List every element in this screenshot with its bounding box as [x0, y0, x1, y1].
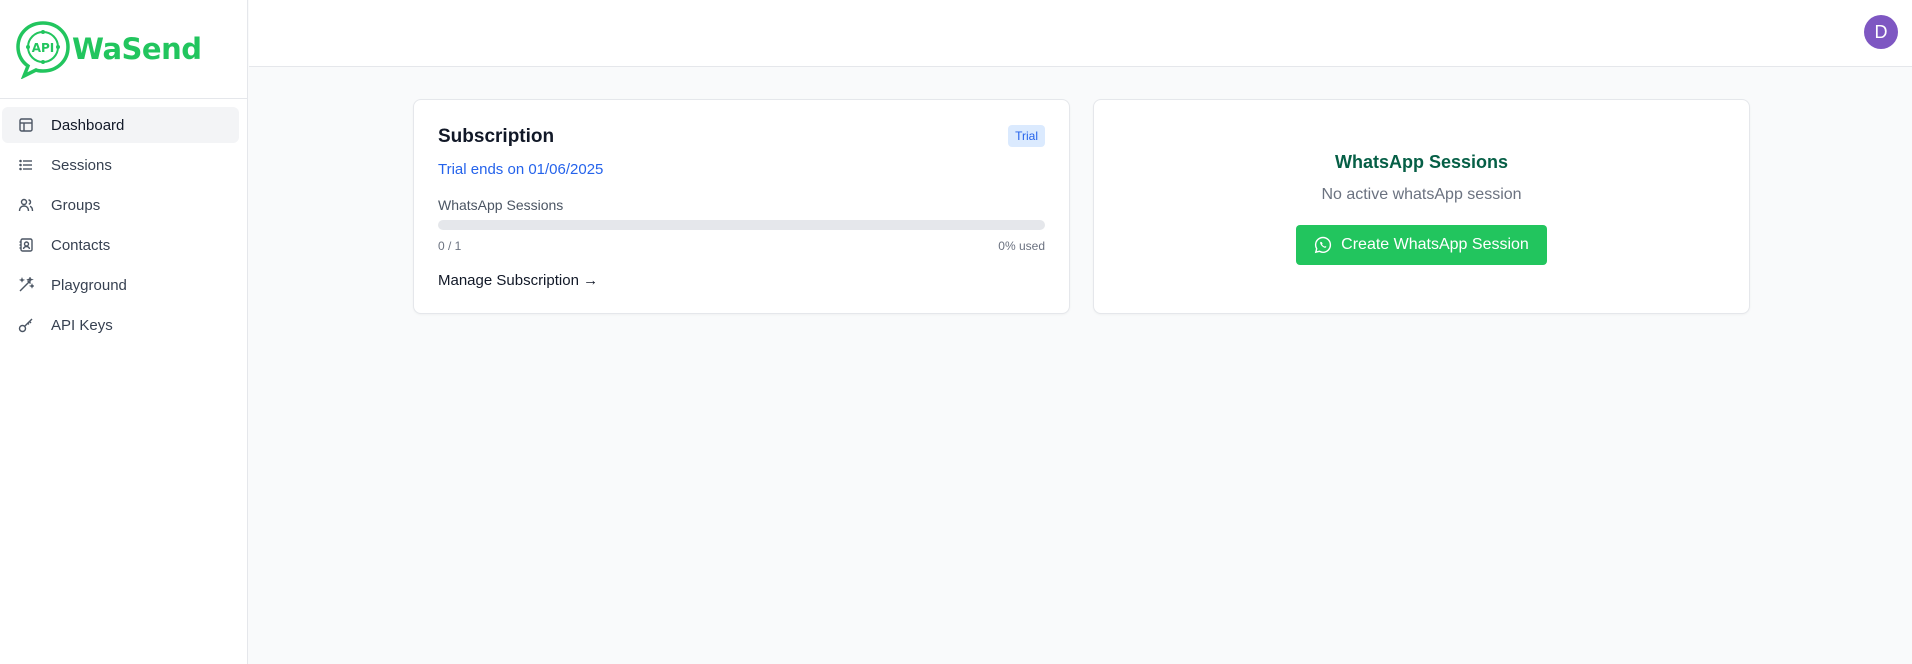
sidebar-item-sessions[interactable]: Sessions [2, 147, 239, 183]
empty-state-text: No active whatsApp session [1321, 186, 1522, 203]
manage-subscription-link[interactable]: Manage Subscription → [438, 272, 598, 289]
create-session-label: Create WhatsApp Session [1341, 236, 1529, 253]
sidebar-item-label: Groups [51, 196, 101, 214]
subscription-title: Subscription [438, 126, 555, 147]
list-icon [17, 156, 35, 174]
key-icon [17, 316, 35, 334]
usage-percent: 0% used [998, 239, 1045, 253]
sidebar-item-groups[interactable]: Groups [2, 187, 239, 223]
sidebar-nav: Dashboard Sessions Groups Contacts Playg… [0, 99, 247, 343]
trial-end-date: Trial ends on 01/06/2025 [438, 161, 604, 178]
sidebar-item-label: API Keys [51, 316, 113, 334]
users-icon [17, 196, 35, 214]
sidebar-item-label: Sessions [51, 156, 112, 174]
user-avatar[interactable]: D [1864, 15, 1898, 49]
sidebar-item-api-keys[interactable]: API Keys [2, 307, 239, 343]
subscription-card: Subscription Trial Trial ends on 01/06/2… [413, 99, 1070, 314]
create-whatsapp-session-button[interactable]: Create WhatsApp Session [1296, 225, 1547, 265]
brand-logo[interactable]: API WaSend [0, 0, 247, 99]
usage-progress-bar [438, 220, 1045, 230]
logo-api-text: API [32, 41, 55, 55]
api-chat-logo-icon: API [16, 21, 70, 79]
top-header: D [249, 0, 1912, 67]
sidebar-item-label: Contacts [51, 236, 111, 254]
sidebar-item-playground[interactable]: Playground [2, 267, 239, 303]
sidebar-item-label: Playground [51, 276, 127, 294]
contact-book-icon [17, 236, 35, 254]
magic-wand-icon [17, 276, 35, 294]
layout-icon [17, 116, 35, 134]
usage-count: 0 / 1 [438, 239, 462, 253]
whatsapp-sessions-title: WhatsApp Sessions [1334, 152, 1509, 172]
whatsapp-icon [1315, 236, 1332, 254]
sidebar-item-label: Dashboard [51, 116, 125, 134]
sidebar-item-contacts[interactable]: Contacts [2, 227, 239, 263]
plan-badge: Trial [1008, 125, 1045, 147]
whatsapp-sessions-card: WhatsApp Sessions No active whatsApp ses… [1093, 99, 1750, 314]
sidebar-item-dashboard[interactable]: Dashboard [2, 107, 239, 143]
usage-label: WhatsApp Sessions [438, 197, 564, 213]
sidebar: API WaSend Dashboard Sessions Groups Con… [0, 0, 248, 664]
brand-name: WaSend [72, 32, 202, 66]
